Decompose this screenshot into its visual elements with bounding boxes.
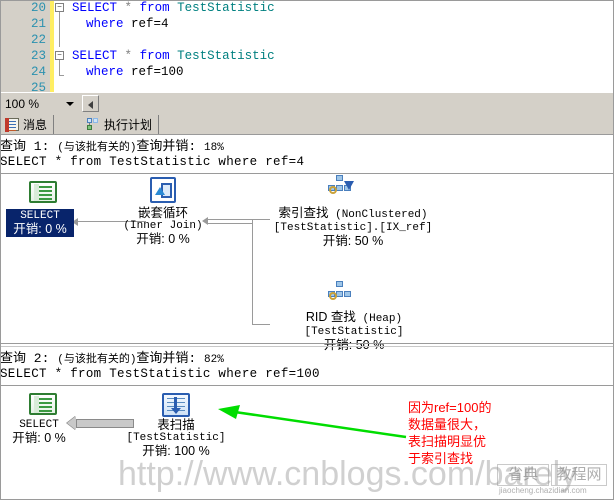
chevron-down-icon[interactable] xyxy=(66,102,74,106)
table-scan-icon xyxy=(162,393,190,417)
zoom-level-value: 100 % xyxy=(5,97,40,111)
annotation-line-2: 数据量很大， xyxy=(408,417,487,432)
query-2-sql-text: SELECT * from TestStatistic where ref=10… xyxy=(0,367,320,381)
plan-node-select-2-cost: 开销: 0 % xyxy=(12,431,66,445)
code-line-20: SELECT * from TestStatistic xyxy=(72,1,275,15)
fold-toggle-line-23[interactable]: − xyxy=(55,51,64,60)
select-result-icon xyxy=(29,181,57,203)
query-1-sql-text: SELECT * from TestStatistic where ref=4 xyxy=(0,155,305,169)
plan-node-nested-loops-1-title: 嵌套循环 xyxy=(137,206,188,220)
plan-node-select-1[interactable]: SELECT 开销: 0 % xyxy=(6,209,74,237)
query-1-header: 查询 1: (与该批有关的)查询并销: 18% xyxy=(0,139,614,156)
code-line-21: where ref=4 xyxy=(86,17,169,31)
fold-guide-2 xyxy=(59,60,60,75)
plan-node-nested-loops-1-cost: 开销: 0 % xyxy=(136,232,190,246)
fold-toggle-line-20[interactable]: − xyxy=(55,3,64,12)
plan-node-select-2[interactable]: SELECT 开销: 0 % xyxy=(0,419,78,445)
query-2-cost-label: 查询并销: xyxy=(136,351,205,366)
plan-section-gap xyxy=(0,346,614,347)
execution-plan-icon xyxy=(86,118,100,131)
sql-execution-plan-window: − − 20 SELECT * from TestStatistic 21 wh… xyxy=(0,0,614,500)
query-1-bottom-divider xyxy=(0,343,614,344)
line-number-21: 21 xyxy=(30,17,46,31)
annotation-line-4: 于索引查找 xyxy=(408,451,474,466)
plan-node-index-seek-1-titlerow: 索引查找 (NonClustered) xyxy=(258,207,448,222)
fold-end-tick xyxy=(59,75,64,76)
messages-icon xyxy=(5,118,19,132)
plan-node-select-1-body[interactable]: SELECT 开销: 0 % xyxy=(6,209,74,237)
plan-node-index-seek-1-title: 索引查找 xyxy=(278,206,329,220)
query-1-cost-value: 18% xyxy=(204,142,224,154)
plan-node-index-seek-1-suffix: (NonClustered) xyxy=(335,209,428,221)
plan-node-rid-lookup-1-title: RID 查找 xyxy=(305,310,356,324)
plan-node-nested-loops-1[interactable]: 嵌套循环 (Inner Join) 开销: 0 % xyxy=(108,207,218,246)
tab-execution-plan[interactable]: 执行计划 xyxy=(82,115,160,134)
annotation-line-1: 因为ref=100的 xyxy=(408,400,492,415)
results-tabstrip: 消息 执行计划 xyxy=(0,114,614,134)
tab-messages[interactable]: 消息 xyxy=(2,115,55,134)
sql-code-editor[interactable]: − − 20 SELECT * from TestStatistic 21 wh… xyxy=(0,0,614,92)
zoom-level-combobox[interactable]: 100 % xyxy=(2,95,80,113)
query-2-divider xyxy=(0,385,614,386)
line-number-22: 22 xyxy=(30,33,46,47)
connector-branch-vertical xyxy=(252,219,253,325)
nested-loops-icon xyxy=(150,177,176,203)
rid-lookup-icon xyxy=(327,281,353,303)
annotation-line-3: 表扫描明显优 xyxy=(408,434,487,449)
line-number-25: 25 xyxy=(30,81,46,92)
plan-node-index-seek-1[interactable]: 索引查找 (NonClustered) [TestStatistic].[IX_… xyxy=(258,207,448,248)
fold-guide-1 xyxy=(59,12,60,47)
plan-node-rid-lookup-1-suffix: (Heap) xyxy=(362,313,403,325)
line-number-24: 24 xyxy=(30,65,46,79)
editor-zoom-bar: 100 % xyxy=(0,92,614,114)
plan-node-select-1-cost: 开销: 0 % xyxy=(13,222,67,236)
query-1-divider xyxy=(0,173,614,174)
code-line-23: SELECT * from TestStatistic xyxy=(72,49,275,63)
editor-change-marker xyxy=(50,0,54,92)
plan-node-rid-lookup-1-titlerow: RID 查找 (Heap) xyxy=(264,311,444,326)
green-arrow-pointer xyxy=(218,405,407,439)
query-2-header-paren: (与该批有关的) xyxy=(57,354,137,366)
query-1-header-paren: (与该批有关的) xyxy=(57,142,137,154)
select-result-icon-2 xyxy=(29,393,57,415)
query-1-cost-label: 查询并销: xyxy=(136,139,205,154)
code-line-24: where ref=100 xyxy=(86,65,184,79)
query-2-header-prefix: 查询 2: xyxy=(0,351,58,366)
execution-plan-pane[interactable]: 查询 1: (与该批有关的)查询并销: 18% SELECT * from Te… xyxy=(0,134,614,500)
tab-execution-plan-label: 执行计划 xyxy=(104,118,153,132)
line-number-23: 23 xyxy=(30,49,46,63)
editor-fold-column[interactable]: − − xyxy=(55,0,68,92)
query-2-cost-value: 82% xyxy=(204,354,224,366)
plan-node-index-seek-1-cost: 开销: 50 % xyxy=(322,234,384,248)
triangle-left-icon xyxy=(88,101,93,109)
index-seek-icon xyxy=(327,175,354,197)
query-2-header: 查询 2: (与该批有关的)查询并销: 82% xyxy=(0,351,614,368)
tab-messages-label: 消息 xyxy=(23,118,48,132)
line-number-20: 20 xyxy=(30,1,46,15)
horizontal-scroll-left-button[interactable] xyxy=(82,95,99,112)
query-1-header-prefix: 查询 1: xyxy=(0,139,58,154)
